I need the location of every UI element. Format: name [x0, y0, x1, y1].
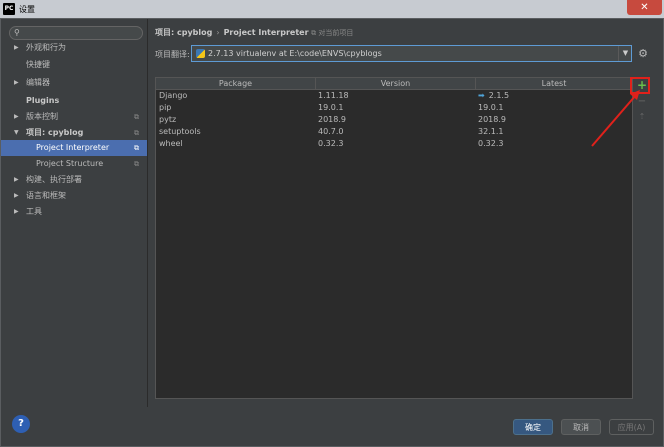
table-header: Package Version Latest	[156, 78, 632, 90]
package-version: 1.11.18	[318, 91, 349, 100]
sidebar-item-label: Project Interpreter	[36, 143, 110, 152]
sidebar-item[interactable]: Plugins	[1, 93, 147, 109]
package-name: Django	[159, 91, 188, 100]
table-row[interactable]: wheel 0.32.3 0.32.3	[156, 138, 632, 150]
package-latest: 32.1.1	[478, 126, 503, 138]
chevron-down-icon[interactable]: ▼	[14, 125, 19, 141]
sidebar-item-label: 项目: cpyblog	[26, 128, 84, 137]
upgrade-available-icon: ➡	[478, 91, 485, 100]
project-scope-icon: ⧉	[134, 144, 139, 152]
table-row[interactable]: Django 1.11.18 ➡ 2.1.5	[156, 90, 632, 102]
chevron-right-icon[interactable]: ▶	[14, 40, 19, 56]
sidebar-item-label: 编辑器	[26, 78, 50, 87]
chevron-right-icon[interactable]: ▶	[14, 75, 19, 91]
window-title: 设置	[19, 5, 35, 14]
column-latest[interactable]: Latest	[476, 78, 632, 89]
ok-button[interactable]: 确定	[513, 419, 553, 435]
title-bar: PC 设置 ✕	[0, 0, 664, 18]
package-latest-value: 2018.9	[478, 115, 506, 124]
package-name: setuptools	[159, 127, 201, 136]
sidebar-item-label: 外观和行为	[26, 43, 66, 52]
sidebar-item-label: Plugins	[26, 96, 60, 105]
interpreter-label: 项目翻译:	[155, 50, 190, 59]
project-scope-note-text: 对当前项目	[318, 29, 354, 37]
upgrade-package-button[interactable]: ⇡	[635, 112, 649, 124]
column-version[interactable]: Version	[316, 78, 476, 89]
package-version: 2018.9	[318, 115, 346, 124]
sidebar-item[interactable]: ▶ 外观和行为	[1, 40, 147, 56]
table-row[interactable]: pytz 2018.9 2018.9	[156, 114, 632, 126]
sidebar-item[interactable]: Project Interpreter ⧉	[1, 140, 147, 156]
sidebar-item[interactable]: Project Structure ⧉	[1, 156, 147, 172]
help-button[interactable]: ?	[12, 415, 30, 433]
close-button[interactable]: ✕	[627, 0, 662, 15]
chevron-right-icon[interactable]: ▶	[14, 109, 19, 125]
pycharm-icon: PC	[3, 3, 15, 15]
python-icon	[196, 49, 205, 58]
sidebar-item-label: 构建、执行部署	[26, 175, 82, 184]
package-latest: 0.32.3	[478, 138, 503, 150]
column-package[interactable]: Package	[156, 78, 316, 89]
search-input[interactable]: ⚲	[9, 26, 143, 40]
search-icon: ⚲	[14, 28, 20, 37]
sidebar-item-label: 快捷键	[26, 60, 50, 69]
cancel-button[interactable]: 取消	[561, 419, 601, 435]
project-scope-icon: ⧉	[134, 129, 139, 137]
package-latest-value: 0.32.3	[478, 139, 504, 148]
apply-button[interactable]: 应用(A)	[609, 419, 654, 435]
package-version: 0.32.3	[318, 139, 344, 148]
breadcrumb-page: Project Interpreter	[223, 28, 309, 37]
project-scope-icon: ⧉	[134, 160, 139, 168]
interpreter-value: 2.7.13 virtualenv at E:\code\ENVS\cpyblo…	[208, 49, 382, 58]
breadcrumb-separator: ›	[216, 28, 220, 37]
breadcrumb: 项目: cpyblog › Project Interpreter ⧉ 对当前项目	[155, 27, 353, 38]
sidebar-item-label: Project Structure	[36, 159, 104, 168]
chevron-down-icon[interactable]: ▼	[618, 46, 632, 61]
project-scope-note: ⧉ 对当前项目	[311, 29, 354, 37]
package-latest: 19.0.1	[478, 102, 503, 114]
annotation-highlight-box	[630, 77, 650, 94]
package-latest-value: 2.1.5	[488, 91, 510, 100]
package-name: pytz	[159, 115, 177, 124]
breadcrumb-project: 项目: cpyblog	[155, 28, 213, 37]
sidebar-item-label: 版本控制	[26, 112, 58, 121]
interpreter-select[interactable]: 2.7.13 virtualenv at E:\code\ENVS\cpyblo…	[191, 45, 632, 62]
sidebar-item[interactable]: ▶ 语言和框架	[1, 188, 147, 204]
sidebar-item[interactable]: ▶ 工具	[1, 204, 147, 220]
chevron-right-icon[interactable]: ▶	[14, 204, 19, 220]
package-table: Package Version Latest Django 1.11.18 ➡ 2.1…	[155, 77, 633, 399]
sidebar-item[interactable]: ▼ 项目: cpyblog ⧉	[1, 125, 147, 141]
chevron-right-icon[interactable]: ▶	[14, 188, 19, 204]
package-name: wheel	[159, 139, 183, 148]
sidebar-item-label: 工具	[26, 207, 42, 216]
package-version: 40.7.0	[318, 127, 344, 136]
settings-sidebar: ⚲ ▶ 外观和行为快捷键 ▶ 编辑器 Plugins ▶ 版本控制 ⧉ ▼ 项目: cpyblog…	[1, 19, 148, 407]
sidebar-item[interactable]: ▶ 构建、执行部署	[1, 172, 147, 188]
package-latest-value: 19.0.1	[478, 103, 504, 112]
remove-package-button[interactable]: −	[635, 96, 649, 108]
sidebar-item-label: 语言和框架	[26, 191, 66, 200]
package-latest-value: 32.1.1	[478, 127, 504, 136]
chevron-right-icon[interactable]: ▶	[14, 172, 19, 188]
sidebar-item[interactable]: ▶ 编辑器	[1, 75, 147, 91]
package-latest: 2018.9	[478, 114, 506, 126]
table-row[interactable]: pip 19.0.1 19.0.1	[156, 102, 632, 114]
table-row[interactable]: setuptools 40.7.0 32.1.1	[156, 126, 632, 138]
package-latest: ➡ 2.1.5	[478, 90, 509, 102]
sidebar-item[interactable]: 快捷键	[1, 57, 147, 73]
sidebar-item[interactable]: ▶ 版本控制 ⧉	[1, 109, 147, 125]
package-name: pip	[159, 103, 172, 112]
project-scope-icon: ⧉	[134, 113, 139, 121]
gear-icon[interactable]: ⚙	[636, 46, 650, 61]
package-version: 19.0.1	[318, 103, 344, 112]
